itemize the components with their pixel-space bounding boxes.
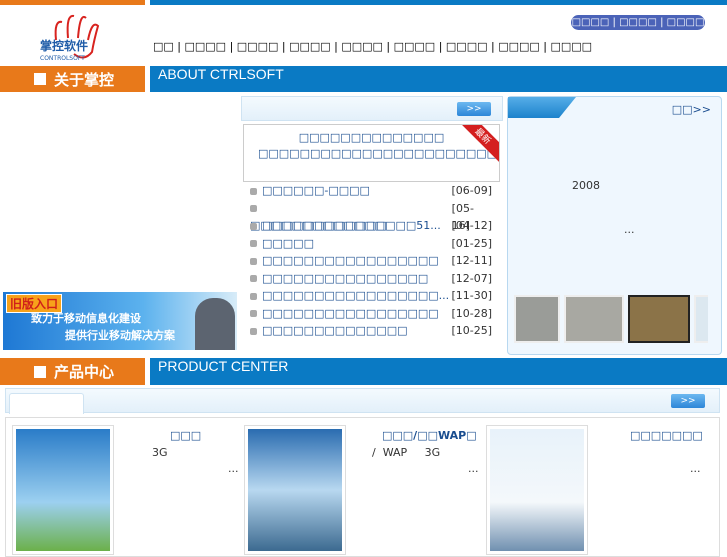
product-title[interactable]: □□□	[170, 429, 201, 442]
product-title[interactable]: □□□□□□□	[630, 429, 703, 442]
news-item[interactable]: □□□□□□□□□□□□□□□□□ [10-28]	[250, 305, 492, 323]
products-tabbar: >>	[5, 388, 720, 414]
about-header: 关于掌控	[0, 66, 145, 92]
news-item[interactable]: □□□□□ [01-25]	[250, 235, 492, 253]
hand-logo-icon: 掌控软件 CONTROLSOFT	[40, 14, 100, 62]
top-bar-blue	[150, 0, 727, 5]
products-title: 产品中心	[54, 363, 115, 381]
nav-item[interactable]: □□□□	[394, 40, 436, 53]
news-item[interactable]: □□□□□□-□□□□ [06-09]	[250, 182, 492, 200]
honor-ellipsis: ...	[624, 223, 635, 236]
nav-item[interactable]: □□□□	[498, 40, 540, 53]
certificate-strip	[514, 295, 708, 343]
top-link[interactable]: □□□□	[667, 17, 705, 28]
news-item[interactable]: □□□□□□□□□□□□□□ [10-25]	[250, 322, 492, 340]
logo[interactable]: 掌控软件 CONTROLSOFT	[34, 10, 124, 62]
products-header: 产品中心	[0, 358, 145, 385]
honor-year: 2008	[572, 179, 600, 192]
certificate-image[interactable]	[628, 295, 690, 343]
news-item[interactable]: □□□□□□□□□□□□ [04-12]	[250, 217, 492, 235]
about-header-en: ABOUT CTRLSOFT	[150, 66, 727, 92]
honor-panel: □□>> 2008 ...	[507, 96, 722, 355]
top-bar-orange	[0, 0, 145, 5]
products-header-en: PRODUCT CENTER	[150, 358, 727, 385]
logo-text: 掌控软件	[40, 38, 88, 53]
product-image[interactable]	[12, 425, 114, 555]
products-title-en: PRODUCT CENTER	[158, 358, 289, 374]
product-desc: / WAP 3G	[372, 446, 441, 459]
top-link[interactable]: □□□□	[619, 17, 657, 28]
news-header: >>	[241, 96, 503, 121]
news-item[interactable]: □□□□□□□□□□□□□□□□51... [05-16]	[250, 200, 492, 232]
product-image[interactable]	[244, 425, 346, 555]
news-list: □□□□□□-□□□□ [06-09] □□□□□□□□□□□□□□□□51...…	[250, 182, 492, 340]
news-item[interactable]: □□□□□□□□□□□□□□□□ [12-07]	[250, 270, 492, 288]
certificate-image[interactable]	[694, 295, 708, 343]
honor-tab	[508, 97, 576, 118]
product-more[interactable]: ...	[468, 462, 479, 475]
news-item[interactable]: □□□□□□□□□□□□□□□□□... [11-30]	[250, 287, 492, 305]
featured-title[interactable]: □□□□□□□□□□□□□□	[244, 131, 499, 144]
banner-line2: 提供行业移动解决方案	[65, 329, 175, 342]
svg-text:CONTROLSOFT: CONTROLSOFT	[40, 55, 85, 62]
products-more-button[interactable]: >>	[671, 394, 705, 408]
featured-news[interactable]: □□□□□□□□□□□□□□ □□□□□□□□□□□□□□□□□□□□□□□□□…	[243, 124, 500, 182]
businessman-image	[195, 298, 235, 350]
news-item[interactable]: □□□□□□□□□□□□□□□□□ [12-11]	[250, 252, 492, 270]
certificate-image[interactable]	[564, 295, 624, 343]
products-tab[interactable]	[9, 393, 84, 414]
news-more-button[interactable]: >>	[457, 102, 491, 116]
product-title[interactable]: □□□/□□WAP□	[382, 429, 477, 442]
nav-item[interactable]: □□□□	[550, 40, 592, 53]
top-link[interactable]: □□□□	[622, 32, 660, 43]
nav-item[interactable]: □□□□	[289, 40, 331, 53]
honor-more-link[interactable]: □□>>	[672, 103, 711, 116]
about-title-en: ABOUT CTRLSOFT	[158, 66, 284, 82]
nav-item[interactable]: □□	[153, 40, 174, 53]
product-more[interactable]: ...	[690, 462, 701, 475]
product-desc: 3G	[152, 446, 168, 459]
main-nav: □□ | □□□□ | □□□□ | □□□□ | □□□□ | □□□□ | …	[153, 40, 593, 53]
top-links: □□□□ | □□□□ | □□□□ | □□□□	[571, 15, 705, 43]
certificate-image[interactable]	[514, 295, 560, 343]
featured-text: □□□□□□□□□□□□□□□□□□□□□□□□□□□□□□□□□□□□□□□□…	[258, 147, 500, 160]
nav-item[interactable]: □□□□	[185, 40, 227, 53]
nav-item[interactable]: □□□□	[341, 40, 383, 53]
banner-line1: 致力于移动信息化建设	[31, 312, 141, 325]
about-title: 关于掌控	[54, 70, 115, 89]
nav-item[interactable]: □□□□	[446, 40, 488, 53]
old-version-banner[interactable]: 旧版入口 致力于移动信息化建设 提供行业移动解决方案	[3, 292, 237, 350]
product-more[interactable]: ...	[228, 462, 239, 475]
nav-item[interactable]: □□□□	[237, 40, 279, 53]
product-image[interactable]	[486, 425, 588, 555]
top-link[interactable]: □□□□	[572, 17, 610, 28]
